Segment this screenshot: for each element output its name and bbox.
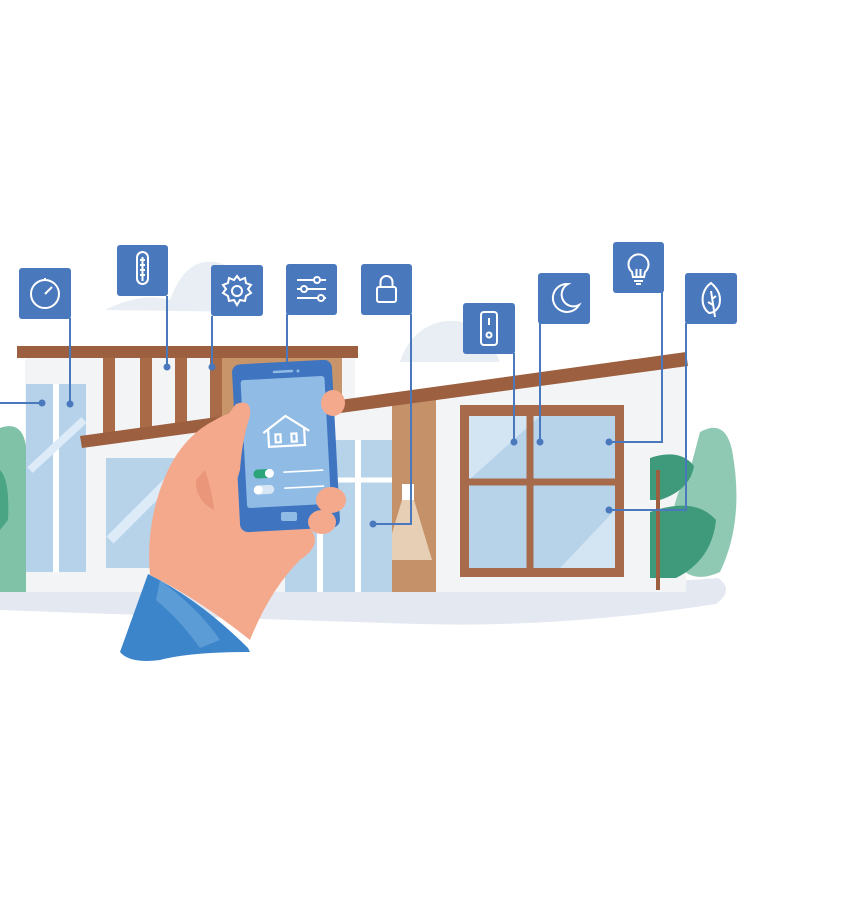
lock-tile[interactable] [361, 264, 412, 315]
timer-tile[interactable] [19, 268, 71, 319]
phone-home-button[interactable] [281, 512, 297, 521]
wood-slat [175, 357, 187, 432]
sliders-icon [297, 276, 326, 302]
thermometer-tile[interactable] [117, 245, 168, 296]
sliders-tile[interactable] [286, 264, 337, 315]
wood-slat [103, 357, 115, 442]
smart-home-illustration [0, 242, 737, 661]
flat-roof [17, 346, 358, 358]
moon-tile[interactable] [538, 273, 590, 324]
lightbulb-tile[interactable] [613, 242, 664, 293]
settings-tile[interactable] [211, 265, 263, 316]
bush-left [0, 426, 26, 592]
wood-slat [140, 357, 152, 437]
wall-lamp [402, 484, 414, 500]
switch-tile[interactable] [463, 303, 515, 354]
phone-camera [296, 369, 300, 373]
leaf-tile[interactable] [685, 273, 737, 324]
phone-speaker [272, 369, 294, 374]
